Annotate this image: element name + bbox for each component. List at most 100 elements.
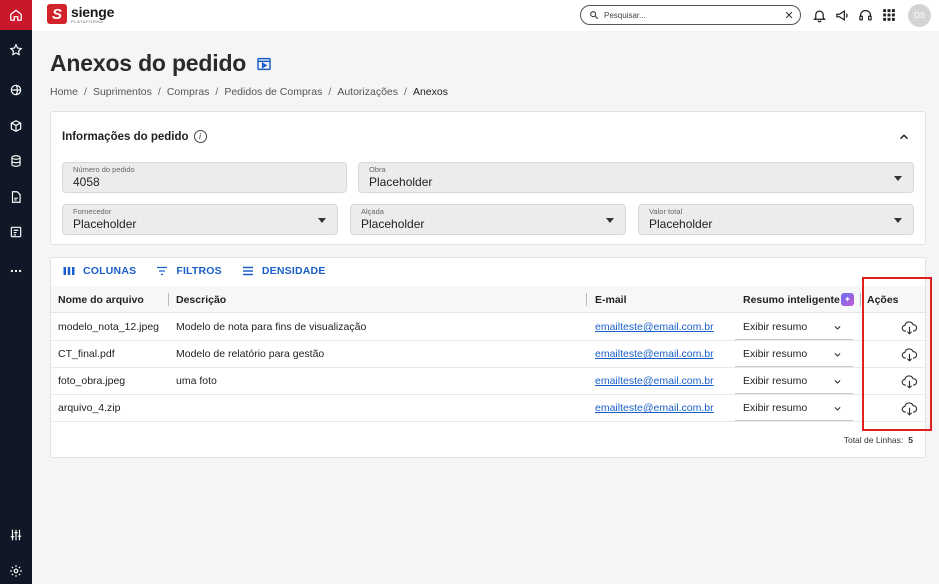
search-box[interactable] (580, 5, 801, 25)
breadcrumb-home[interactable]: Home (50, 86, 78, 98)
home-icon[interactable] (0, 0, 32, 30)
search-input[interactable] (604, 10, 784, 20)
logo-name: sienge (71, 3, 115, 20)
resumo-value: Exibir resumo (743, 402, 808, 414)
ai-sparkle-icon: ✦ (841, 293, 854, 306)
obra-value: Placeholder (369, 175, 433, 189)
alcada-value: Placeholder (361, 217, 425, 231)
fornecedor-label: Fornecedor (73, 207, 112, 216)
dropdown-arrow-icon (606, 218, 614, 223)
logo-mark: S (47, 4, 67, 24)
card-title: Informações do pedido i (62, 130, 207, 143)
cell-email-link[interactable]: emailteste@email.com.br (595, 402, 714, 414)
total-rows-label: Total de Linhas: (843, 435, 904, 445)
table-row[interactable]: modelo_nota_12.jpeg Modelo de nota para … (51, 314, 925, 341)
breadcrumb-compras[interactable]: Compras (167, 86, 210, 98)
breadcrumb-suprimentos[interactable]: Suprimentos (93, 86, 152, 98)
chevron-down-icon (834, 325, 841, 330)
cell-descricao: Modelo de relatório para gestão (176, 348, 325, 360)
cell-email-link[interactable]: emailteste@email.com.br (595, 375, 714, 387)
density-button[interactable]: DENSIDADE (242, 265, 326, 277)
order-number-field[interactable]: Número do pedido 4058 (62, 162, 347, 193)
fornecedor-value: Placeholder (73, 217, 137, 231)
headset-icon[interactable] (857, 7, 873, 23)
order-info-card: Informações do pedido i Número do pedido… (50, 111, 926, 245)
alcada-select[interactable]: Alçada Placeholder (350, 204, 626, 235)
breadcrumb-autorizacoes[interactable]: Autorizações (337, 86, 398, 98)
header-descricao[interactable]: Descrição (176, 294, 226, 306)
attachments-table-card: COLUNAS FILTROS DENSIDADE Nome do arquiv… (50, 257, 926, 458)
breadcrumb-pedidos[interactable]: Pedidos de Compras (224, 86, 322, 98)
order-number-label: Número do pedido (73, 165, 135, 174)
breadcrumb: Home / Suprimentos / Compras / Pedidos de C… (50, 86, 448, 98)
page-title: Anexos do pedido (50, 50, 247, 76)
resumo-value: Exibir resumo (743, 321, 808, 333)
table-row[interactable]: arquivo_4.zip emailteste@email.com.br Ex… (51, 395, 925, 422)
alcada-label: Alçada (361, 207, 384, 216)
column-separator[interactable] (860, 293, 861, 306)
breadcrumb-current: Anexos (412, 86, 448, 98)
obra-label: Obra (369, 165, 386, 174)
actions-column-highlight (862, 277, 932, 431)
resumo-value: Exibir resumo (743, 348, 808, 360)
cell-descricao: Modelo de nota para fins de visualização (176, 321, 367, 333)
chevron-down-icon (834, 379, 841, 384)
logo[interactable]: S sienge PLATAFORMA (47, 4, 114, 24)
table-toolbar: COLUNAS FILTROS DENSIDADE (63, 265, 326, 277)
density-label: DENSIDADE (261, 265, 326, 277)
order-number-value: 4058 (73, 175, 100, 189)
avatar[interactable]: DS (908, 4, 931, 27)
table-header: Nome do arquivo Descrição E-mail Resumo … (51, 286, 925, 313)
bell-icon[interactable] (811, 7, 827, 23)
resumo-select[interactable]: Exibir resumo (735, 368, 853, 394)
chevron-up-icon[interactable] (897, 130, 911, 144)
coins-icon[interactable] (0, 150, 32, 172)
dropdown-arrow-icon (894, 218, 902, 223)
sidebar (0, 0, 32, 584)
cell-email-link[interactable]: emailteste@email.com.br (595, 321, 714, 333)
resumo-select[interactable]: Exibir resumo (735, 341, 853, 367)
search-icon (590, 11, 599, 20)
star-icon[interactable] (0, 39, 32, 61)
apps-grid-icon[interactable] (881, 7, 897, 23)
fornecedor-select[interactable]: Fornecedor Placeholder (62, 204, 338, 235)
resumo-value: Exibir resumo (743, 375, 808, 387)
topbar: S sienge PLATAFORMA DS (32, 0, 939, 31)
table-row[interactable]: CT_final.pdf Modelo de relatório para ge… (51, 341, 925, 368)
cell-email-link[interactable]: emailteste@email.com.br (595, 348, 714, 360)
valor-total-value: Placeholder (649, 217, 713, 231)
column-separator[interactable] (168, 293, 169, 306)
total-rows-value: 5 (908, 435, 913, 445)
megaphone-icon[interactable] (834, 7, 850, 23)
more-icon[interactable] (0, 260, 32, 282)
close-icon[interactable] (784, 10, 794, 20)
header-arquivo[interactable]: Nome do arquivo (58, 294, 144, 306)
filter-icon (157, 266, 168, 276)
logo-subtitle: PLATAFORMA (71, 18, 104, 24)
document-icon[interactable] (0, 186, 32, 208)
resumo-select[interactable]: Exibir resumo (735, 314, 853, 340)
globe-icon[interactable] (0, 79, 32, 101)
sliders-icon[interactable] (0, 524, 32, 546)
video-tutorial-icon[interactable] (256, 56, 272, 72)
filters-button[interactable]: FILTROS (156, 265, 222, 277)
chevron-down-icon (834, 406, 841, 411)
total-rows: Total de Linhas: 5 (844, 435, 913, 445)
cell-arquivo: CT_final.pdf (58, 348, 115, 360)
valor-total-select[interactable]: Valor total Placeholder (638, 204, 914, 235)
table-row[interactable]: foto_obra.jpeg uma foto emailteste@email… (51, 368, 925, 395)
header-resumo[interactable]: Resumo inteligente (743, 294, 840, 306)
obra-select[interactable]: Obra Placeholder (358, 162, 914, 193)
settings-icon[interactable] (0, 560, 32, 582)
columns-label: COLUNAS (83, 265, 137, 277)
card-title-text: Informações do pedido (62, 130, 189, 143)
invoice-icon[interactable] (0, 221, 32, 243)
filters-label: FILTROS (176, 265, 222, 277)
column-separator[interactable] (586, 293, 587, 306)
cell-arquivo: modelo_nota_12.jpeg (58, 321, 160, 333)
header-email[interactable]: E-mail (595, 294, 627, 306)
columns-button[interactable]: COLUNAS (63, 265, 136, 277)
resumo-select[interactable]: Exibir resumo (735, 395, 853, 421)
box-icon[interactable] (0, 115, 32, 137)
info-icon[interactable]: i (193, 130, 207, 143)
